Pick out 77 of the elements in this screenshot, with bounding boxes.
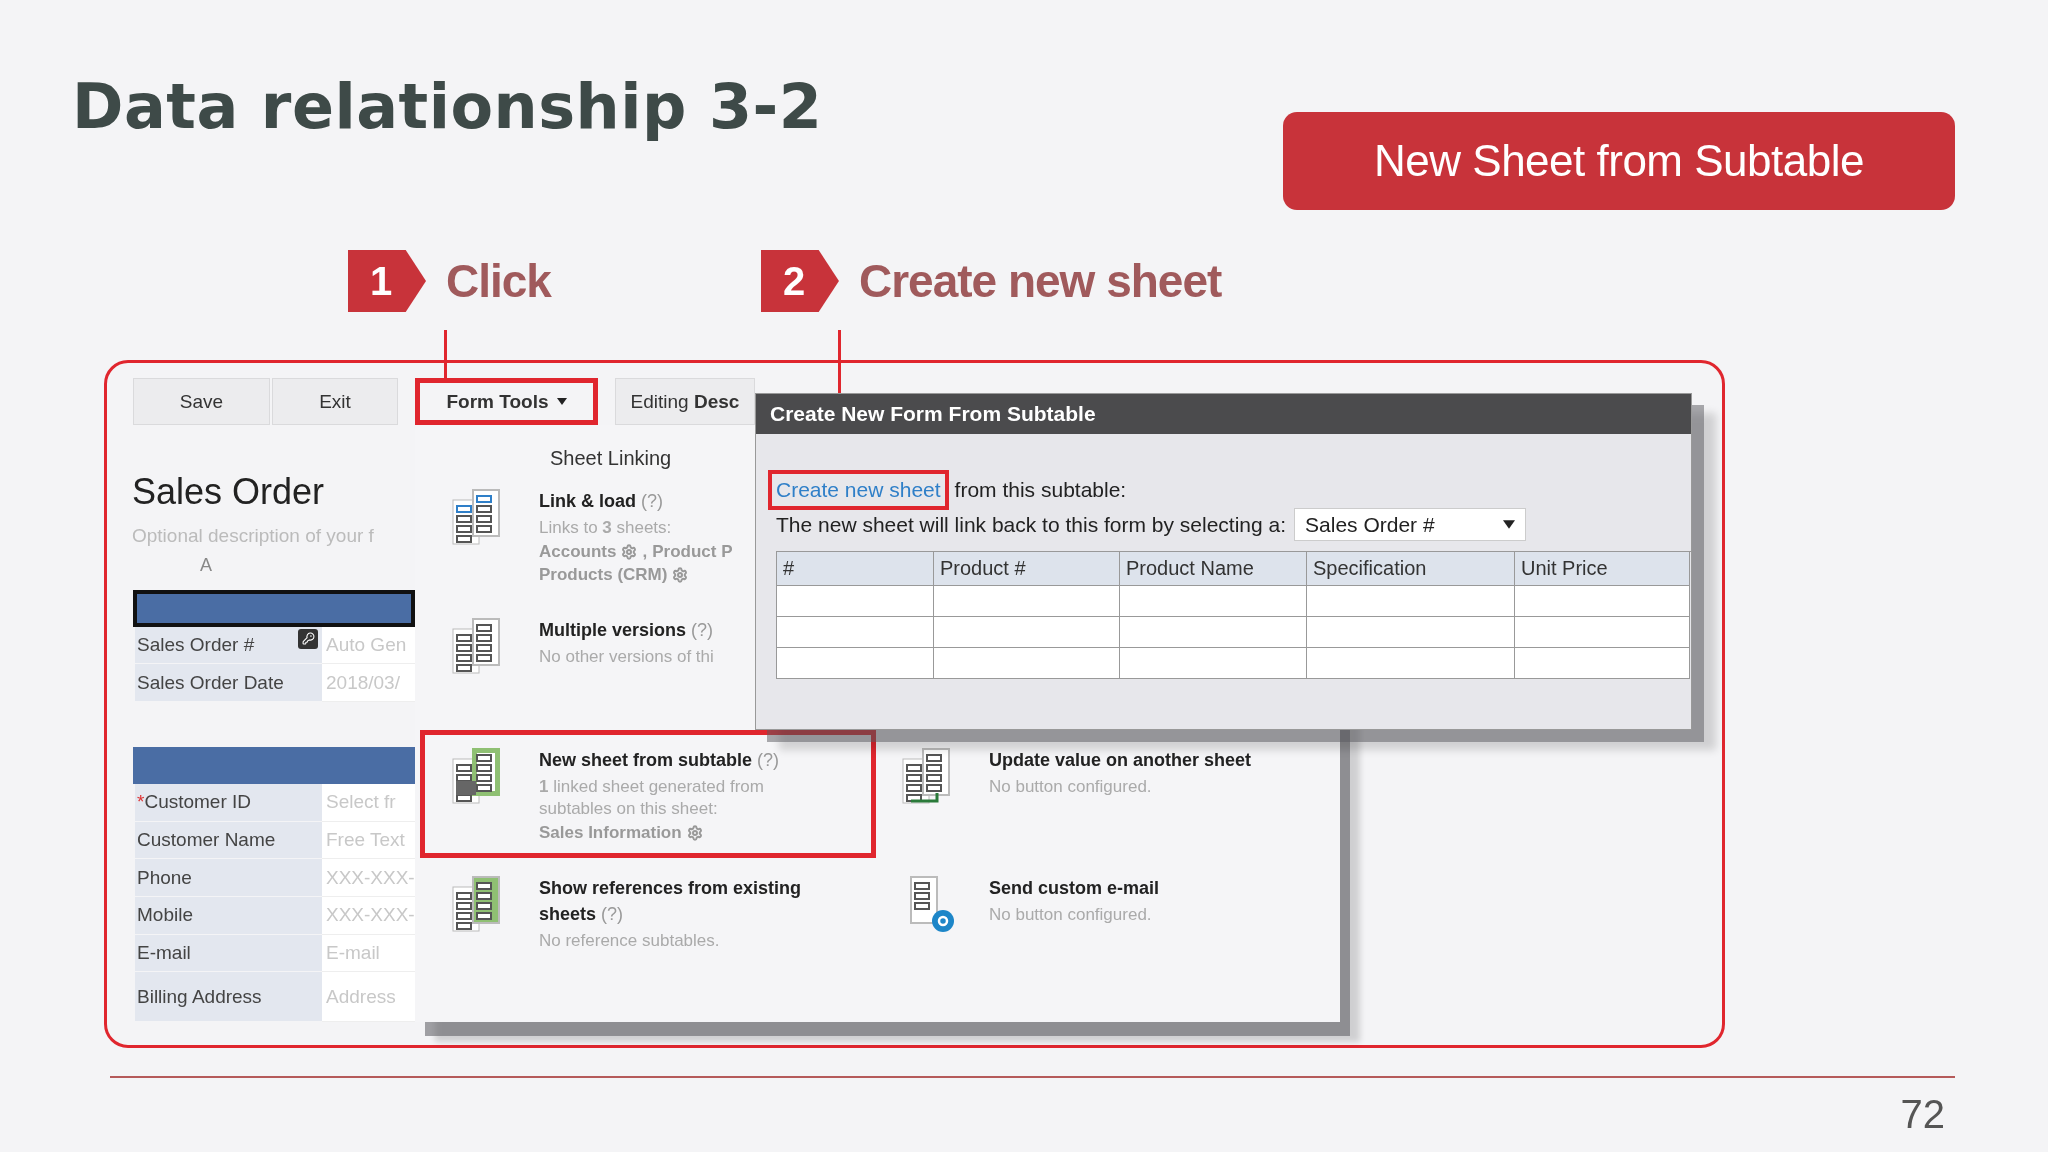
table-cell[interactable] bbox=[934, 648, 1120, 679]
table-cell[interactable] bbox=[1120, 617, 1307, 648]
step-number-badge: 1 bbox=[348, 250, 426, 312]
field-label: Customer Name bbox=[135, 821, 322, 860]
menu-item[interactable]: Update value on another sheet No button configured. bbox=[873, 733, 1333, 855]
caret-icon bbox=[1503, 520, 1516, 529]
menu-item-title: Show references from existing sheets (?) bbox=[539, 877, 803, 926]
field-label: E-mail bbox=[135, 934, 322, 973]
gear-icon bbox=[672, 567, 689, 583]
table-cell[interactable] bbox=[1515, 617, 1690, 648]
page-number: 72 bbox=[1900, 1092, 1945, 1137]
menu-item-description: No button configured. bbox=[989, 776, 1153, 798]
field-label: Sales Order # bbox=[135, 626, 322, 665]
menu-item-title: New sheet from subtable (?) bbox=[539, 749, 781, 772]
select-field[interactable]: Sales Order # bbox=[1294, 508, 1527, 541]
column-header: Product Name bbox=[1120, 552, 1307, 586]
toolbar-button[interactable]: Editing Desc bbox=[615, 378, 755, 425]
field-label: Phone bbox=[135, 859, 322, 897]
form-title: Sales Order bbox=[132, 471, 326, 513]
table-cell[interactable] bbox=[777, 586, 934, 617]
menu-item-description: No other versions of thi bbox=[539, 646, 715, 668]
table-cell[interactable] bbox=[1515, 648, 1690, 679]
key-icon[interactable] bbox=[298, 628, 318, 649]
dialog-title: Create New Form From Subtable bbox=[756, 394, 1691, 434]
menu-item-title: Multiple versions (?) bbox=[539, 619, 715, 642]
dialog-text: The new sheet will link back to this form by selecting a: bbox=[776, 512, 1287, 537]
menu-item-title: Send custom e-mail bbox=[989, 877, 1161, 900]
menu-item-description: No reference subtables. bbox=[539, 930, 721, 952]
field-label: *Customer ID bbox=[135, 783, 322, 822]
gear-icon bbox=[621, 544, 638, 560]
column-header: Unit Price bbox=[1515, 552, 1690, 586]
table-cell[interactable] bbox=[1120, 648, 1307, 679]
menu-item-description: 1 linked sheet generated from subtables on this sheet: bbox=[539, 776, 765, 820]
toolbar-button[interactable]: Form Tools bbox=[415, 378, 598, 425]
menu-item-description: Links to 3 sheets: bbox=[539, 517, 673, 539]
table-cell[interactable] bbox=[934, 617, 1120, 648]
step-number-badge: 2 bbox=[760, 250, 839, 312]
menu-item[interactable]: Multiple versions (?) No other versions of thi bbox=[423, 603, 873, 689]
column-header: Product # bbox=[934, 552, 1120, 586]
menu-item-title: Link & load (?) bbox=[539, 490, 665, 513]
toolbar-button[interactable]: Save bbox=[133, 378, 270, 425]
step-label: Click bbox=[446, 254, 551, 308]
toolbar-button[interactable]: Exit bbox=[272, 378, 398, 425]
column-header: Specification bbox=[1307, 552, 1515, 586]
menu-item[interactable]: Send custom e-mail No button configured. bbox=[873, 861, 1333, 964]
caret-icon bbox=[556, 398, 567, 405]
slide-title: Data relationship 3-2 bbox=[72, 70, 823, 143]
column-header: # bbox=[777, 552, 934, 586]
menu-item-description: No button configured. bbox=[989, 904, 1153, 926]
field-label: Billing Address bbox=[135, 972, 322, 1022]
field-label: Mobile bbox=[135, 897, 322, 935]
linked-sheet-name[interactable]: Sales Information bbox=[539, 823, 682, 843]
field-label: Sales Order Date bbox=[135, 664, 322, 703]
step-label: Create new sheet bbox=[858, 254, 1222, 308]
linked-sheet-name[interactable]: Products (CRM) bbox=[539, 565, 668, 585]
separator: , bbox=[642, 542, 648, 562]
table-cell[interactable] bbox=[1307, 586, 1515, 617]
table-cell[interactable] bbox=[1120, 586, 1307, 617]
gear-icon bbox=[686, 825, 703, 841]
menu-item-title: Update value on another sheet bbox=[989, 749, 1253, 772]
dialog-text: from this subtable: bbox=[954, 478, 1127, 502]
table-cell[interactable] bbox=[777, 617, 934, 648]
linked-sheet-name[interactable]: Product P bbox=[652, 542, 733, 562]
table-cell[interactable] bbox=[934, 586, 1120, 617]
table-cell[interactable] bbox=[1307, 648, 1515, 679]
column-label: A bbox=[200, 555, 213, 576]
table-cell[interactable] bbox=[1515, 586, 1690, 617]
table-cell[interactable] bbox=[777, 648, 934, 679]
menu-item[interactable]: New sheet from subtable (?) 1 linked sheet generated from subtables on this sheet: Sales Information bbox=[423, 733, 873, 855]
linked-sheet-name[interactable]: Accounts bbox=[539, 542, 617, 562]
create-sheet-link[interactable]: Create new sheet bbox=[770, 472, 947, 508]
menu-item[interactable]: Show references from existing sheets (?) No reference subtables. bbox=[423, 861, 873, 964]
table-cell[interactable] bbox=[1307, 617, 1515, 648]
topic-banner: New Sheet from Subtable bbox=[1283, 112, 1955, 210]
form-description: Optional description of your f bbox=[132, 525, 375, 547]
menu-heading: Sheet Linking bbox=[550, 447, 673, 470]
section-header-bar[interactable] bbox=[133, 590, 415, 627]
